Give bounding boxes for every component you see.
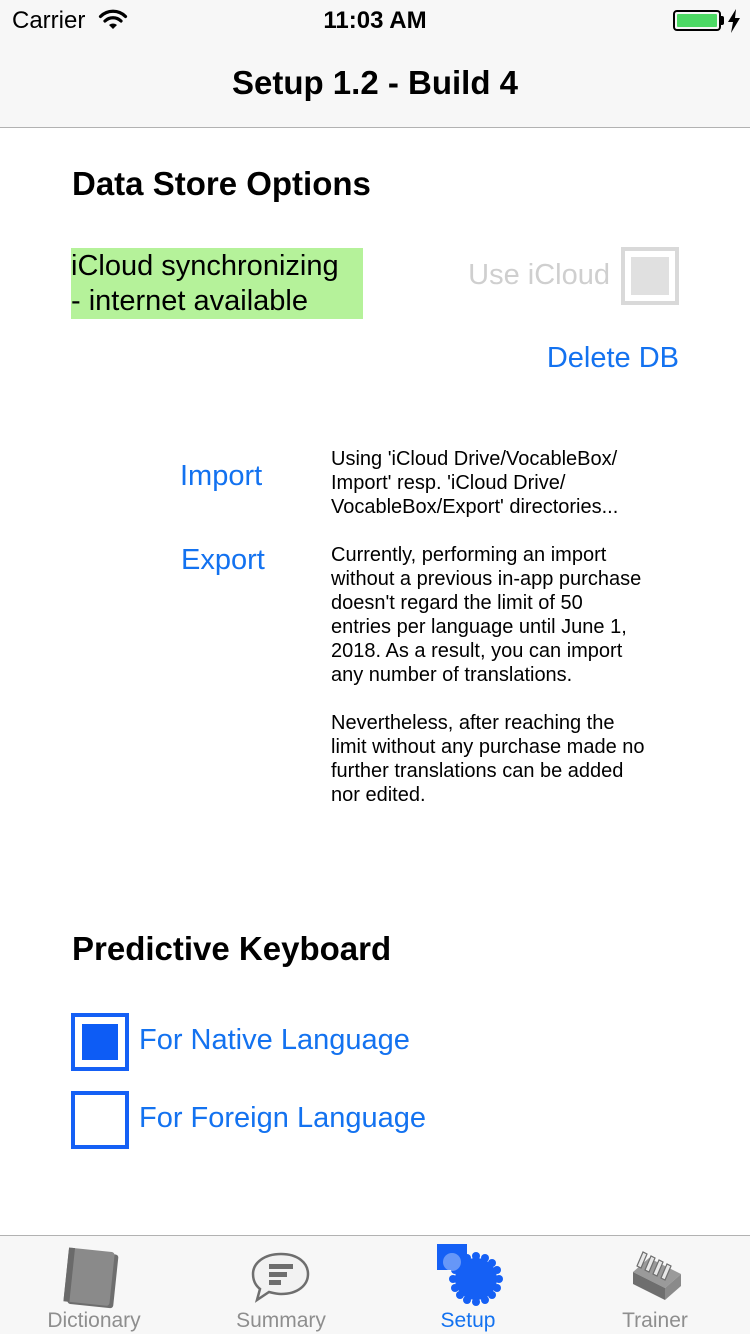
native-language-label[interactable]: For Native Language	[139, 1024, 410, 1057]
tab-summary-label: Summary	[236, 1309, 326, 1332]
speech-bubble-icon	[251, 1252, 310, 1303]
use-icloud-label: Use iCloud	[468, 259, 610, 291]
foreign-language-option[interactable]: For Foreign Language	[71, 1091, 671, 1149]
navigation-bar: Setup 1.2 - Build 4	[0, 40, 750, 128]
tab-setup[interactable]: Setup	[374, 1236, 562, 1334]
icloud-sync-status: iCloud synchronizing - internet availabl…	[71, 248, 363, 319]
tab-dictionary[interactable]: Dictionary	[0, 1236, 188, 1334]
tab-trainer[interactable]: Trainer	[561, 1236, 749, 1334]
use-icloud-checkbox-fill	[631, 257, 669, 295]
card-box-icon	[633, 1251, 681, 1300]
tab-trainer-label: Trainer	[622, 1309, 688, 1332]
battery-tip	[721, 16, 724, 25]
native-language-option[interactable]: For Native Language	[71, 1013, 671, 1071]
export-button[interactable]: Export	[181, 544, 265, 577]
predictive-keyboard-heading: Predictive Keyboard	[72, 930, 392, 967]
tab-dictionary-label: Dictionary	[47, 1309, 141, 1332]
battery-icon	[673, 10, 721, 31]
tab-setup-label: Setup	[440, 1309, 496, 1332]
foreign-language-checkbox[interactable]	[71, 1091, 129, 1149]
charging-bolt-icon	[728, 9, 740, 33]
checkbox-checked-fill	[82, 1024, 118, 1060]
import-info-text: Using 'iCloud Drive/VocableBox/ Import' …	[331, 448, 619, 518]
data-store-heading: Data Store Options	[72, 165, 371, 202]
use-icloud-checkbox[interactable]	[621, 247, 679, 305]
clock: 11:03 AM	[323, 7, 427, 34]
native-language-checkbox[interactable]	[71, 1013, 129, 1071]
foreign-language-label[interactable]: For Foreign Language	[139, 1102, 426, 1135]
page-title: Setup 1.2 - Build 4	[231, 64, 519, 101]
status-bar: Carrier 11:03 AM	[0, 0, 750, 40]
tab-summary[interactable]: Summary	[187, 1236, 375, 1334]
export-info-text: Currently, performing an import without …	[331, 544, 645, 806]
tab-bar: Dictionary Summary Setup Trainer	[0, 1235, 750, 1334]
gears-icon	[437, 1244, 503, 1306]
book-icon	[63, 1247, 119, 1309]
import-button[interactable]: Import	[180, 460, 262, 493]
delete-db-button[interactable]: Delete DB	[480, 342, 679, 375]
